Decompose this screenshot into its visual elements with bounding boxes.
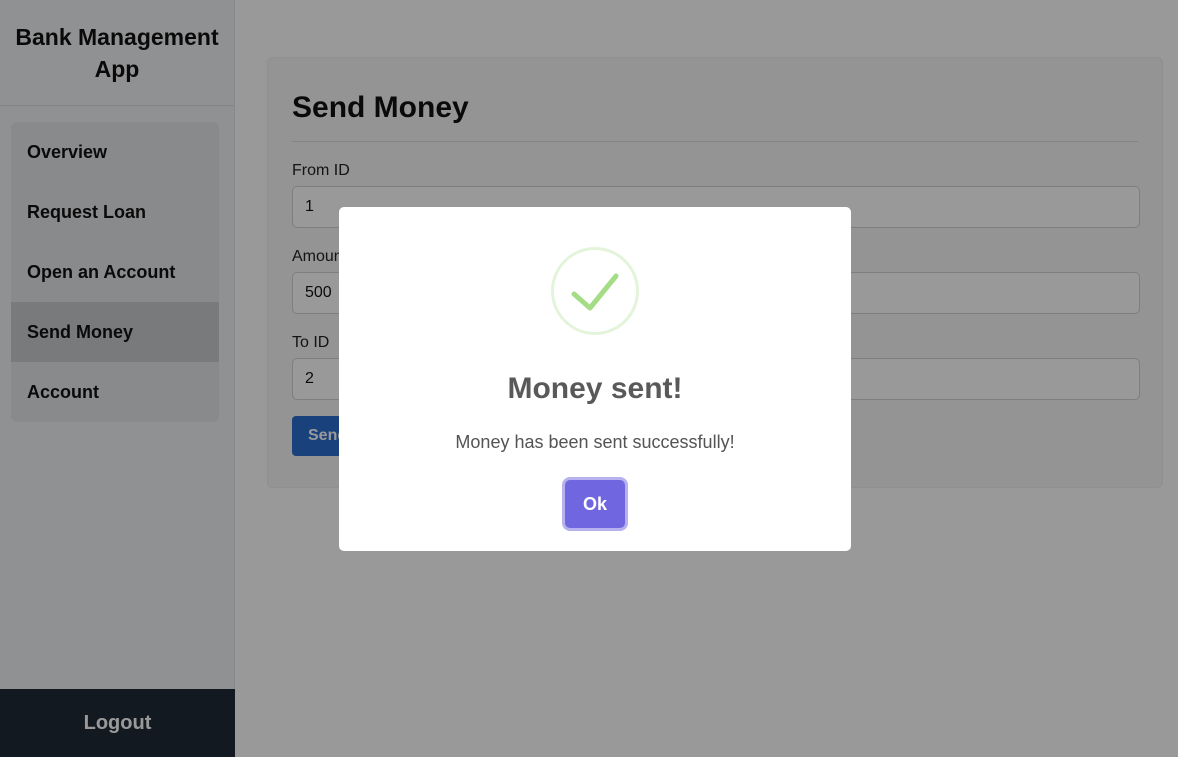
success-dialog: Money sent! Money has been sent successf… [339, 207, 851, 551]
success-icon [551, 247, 639, 335]
dialog-title: Money sent! [507, 372, 683, 405]
app-root: Bank Management App Overview Request Loa… [0, 0, 1178, 757]
dialog-message: Money has been sent successfully! [455, 432, 735, 452]
checkmark-icon [571, 273, 619, 311]
ok-button[interactable]: Ok [565, 480, 625, 528]
